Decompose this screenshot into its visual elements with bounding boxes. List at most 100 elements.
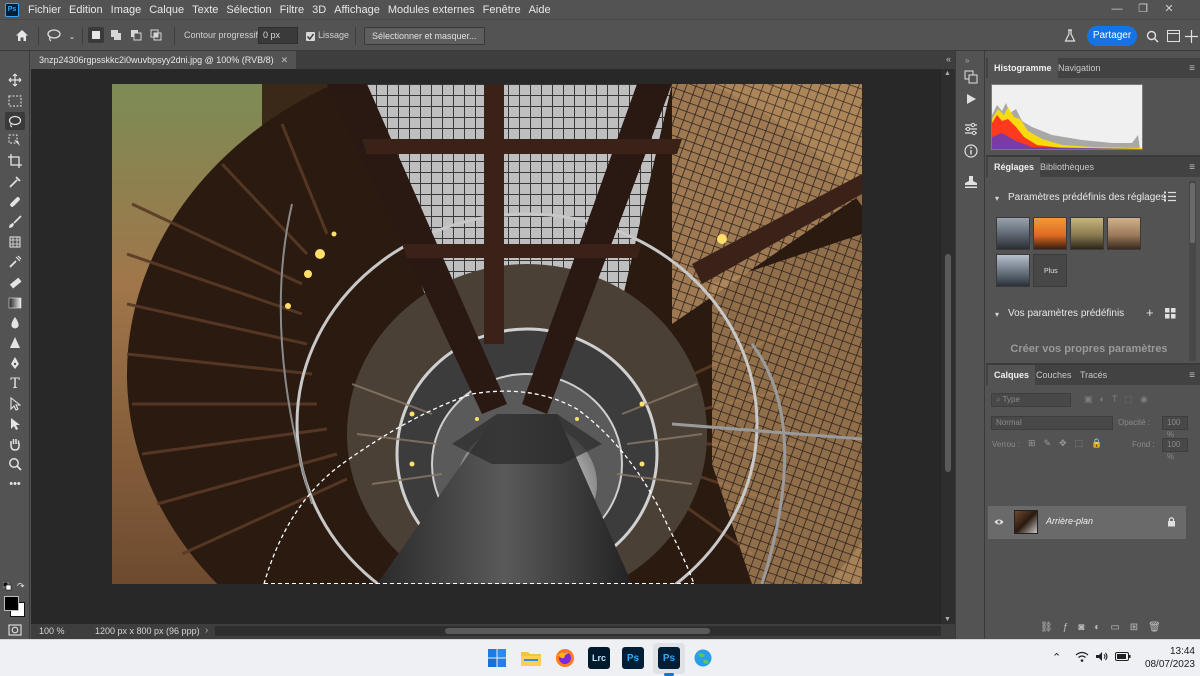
vertical-scrollbar[interactable]: ▲ ▼ bbox=[941, 69, 955, 624]
tab-reglages[interactable]: Réglages bbox=[988, 157, 1041, 177]
expand-arrows-icon[interactable]: » bbox=[965, 56, 969, 65]
opacity-input[interactable]: 100 % bbox=[1162, 416, 1188, 439]
rectangle-tool-icon[interactable] bbox=[5, 415, 25, 433]
flask-icon[interactable] bbox=[1062, 28, 1078, 44]
chevron-up-icon[interactable]: ⌃ bbox=[1052, 651, 1061, 664]
share-button[interactable]: Partager bbox=[1087, 26, 1137, 46]
horizontal-scrollbar[interactable] bbox=[215, 626, 941, 636]
menu-3d[interactable]: 3D bbox=[312, 4, 326, 16]
battery-icon[interactable] bbox=[1115, 652, 1131, 664]
zoom-level[interactable]: 100 % bbox=[39, 626, 65, 636]
history-brush-tool-icon[interactable] bbox=[5, 253, 25, 271]
blend-mode-select[interactable]: Normal bbox=[991, 416, 1113, 430]
menu-edition[interactable]: Edition bbox=[69, 4, 103, 16]
move-tool-icon[interactable] bbox=[5, 71, 25, 89]
layer-filter-input[interactable]: ⌕ Type bbox=[991, 393, 1071, 407]
globe-app-icon[interactable] bbox=[692, 647, 714, 669]
document-image[interactable] bbox=[112, 84, 862, 584]
lightroom-classic-icon[interactable]: Lrc bbox=[588, 647, 610, 669]
restore-icon[interactable]: ❐ bbox=[1136, 1, 1150, 17]
menu-image[interactable]: Image bbox=[111, 4, 142, 16]
preset-thumbnail-5[interactable] bbox=[996, 254, 1030, 287]
add-selection-icon[interactable] bbox=[108, 27, 124, 43]
tab-bibliotheques[interactable]: Bibliothèques bbox=[1034, 157, 1100, 177]
tab-couches[interactable]: Couches bbox=[1030, 365, 1078, 385]
add-preset-icon[interactable]: + bbox=[1146, 305, 1154, 320]
subtract-selection-icon[interactable] bbox=[128, 27, 144, 43]
menu-modules-externes[interactable]: Modules externes bbox=[388, 4, 475, 16]
menu-calque[interactable]: Calque bbox=[149, 4, 184, 16]
eyedropper-tool-icon[interactable] bbox=[5, 173, 25, 191]
lasso-preset-icon[interactable] bbox=[46, 27, 62, 43]
menu-texte[interactable]: Texte bbox=[192, 4, 218, 16]
pen-tool-icon[interactable] bbox=[5, 354, 25, 372]
dodge-tool-icon[interactable] bbox=[5, 334, 25, 352]
menu-fichier[interactable]: Fichier bbox=[28, 4, 61, 16]
status-arrow-icon[interactable]: › bbox=[205, 625, 208, 636]
firefox-icon[interactable] bbox=[554, 647, 576, 669]
grid-view-icon[interactable] bbox=[1165, 308, 1177, 320]
tab-traces[interactable]: Tracés bbox=[1074, 365, 1113, 385]
photoshop-taskbar-icon[interactable]: Ps bbox=[622, 647, 644, 669]
lock-icons[interactable]: ⊞✎✥⬚🔒 bbox=[1028, 438, 1108, 450]
minimize-icon[interactable]: — bbox=[1110, 1, 1124, 17]
quick-mask-icon[interactable] bbox=[5, 621, 25, 639]
preset-thumbnail-3[interactable] bbox=[1070, 217, 1104, 250]
list-view-icon[interactable] bbox=[1164, 191, 1178, 203]
tab-histogramme[interactable]: Histogramme bbox=[988, 58, 1058, 78]
menu-filtre[interactable]: Filtre bbox=[280, 4, 304, 16]
object-selection-tool-icon[interactable] bbox=[5, 132, 25, 150]
document-tab[interactable]: 3nzp24306rgpsskkc2i0wuvbpsyy2dni.jpg @ 1… bbox=[31, 51, 297, 69]
layers-footer-icons[interactable]: ⛓ƒ◙◐▭⊞🗑 bbox=[1040, 622, 1190, 634]
swap-colors-icon[interactable]: ↷ bbox=[17, 582, 26, 591]
foreground-color-swatch[interactable] bbox=[4, 596, 19, 611]
system-clock[interactable]: 13:44 08/07/2023 bbox=[1137, 645, 1195, 671]
gradient-tool-icon[interactable] bbox=[5, 294, 25, 312]
layer-filter-icons[interactable]: ▣◐T⬚◉ bbox=[1084, 394, 1194, 406]
menu-selection[interactable]: Sélection bbox=[226, 4, 271, 16]
eye-icon[interactable] bbox=[994, 517, 1004, 527]
default-colors-icon[interactable] bbox=[2, 581, 12, 591]
stamp-panel-icon[interactable] bbox=[963, 174, 979, 190]
close-window-icon[interactable]: ✕ bbox=[1162, 1, 1176, 17]
file-explorer-icon[interactable] bbox=[520, 647, 542, 669]
adjustments-menu-icon[interactable]: ≡ bbox=[1189, 162, 1195, 173]
healing-brush-tool-icon[interactable] bbox=[5, 193, 25, 211]
menu-aide[interactable]: Aide bbox=[529, 4, 551, 16]
lasso-tool-icon[interactable] bbox=[5, 112, 25, 130]
preset-thumbnail-1[interactable] bbox=[996, 217, 1030, 250]
new-selection-icon[interactable] bbox=[88, 27, 104, 43]
chevron-down-icon[interactable]: ▾ bbox=[995, 194, 999, 203]
zoom-tool-icon[interactable] bbox=[5, 455, 25, 473]
fill-input[interactable]: 100 % bbox=[1162, 438, 1188, 461]
workspace-icon[interactable] bbox=[1165, 28, 1181, 44]
search-icon[interactable] bbox=[1144, 28, 1160, 44]
wifi-icon[interactable] bbox=[1075, 651, 1089, 665]
crop-tool-icon[interactable] bbox=[5, 152, 25, 170]
select-and-mask-button[interactable]: Sélectionner et masquer... bbox=[364, 27, 485, 45]
menu-affichage[interactable]: Affichage bbox=[334, 4, 380, 16]
marquee-tool-icon[interactable] bbox=[5, 92, 25, 110]
close-tab-icon[interactable]: ✕ bbox=[281, 55, 289, 66]
panel-menu-icon[interactable]: ≡ bbox=[1189, 63, 1195, 74]
chevron-down-icon[interactable]: ▾ bbox=[995, 310, 999, 319]
preset-thumbnail-2[interactable] bbox=[1033, 217, 1067, 250]
chevron-down-icon[interactable]: ⌄ bbox=[64, 28, 80, 44]
info-panel-icon[interactable] bbox=[963, 143, 979, 159]
lissage-checkbox[interactable] bbox=[306, 32, 315, 41]
properties-panel-icon[interactable] bbox=[963, 121, 979, 137]
gear-icon[interactable] bbox=[1183, 28, 1199, 44]
collapse-arrows-icon[interactable]: « bbox=[946, 54, 951, 64]
type-tool-icon[interactable]: T bbox=[5, 375, 25, 393]
menu-fenetre[interactable]: Fenêtre bbox=[483, 4, 521, 16]
history-panel-icon[interactable] bbox=[963, 69, 979, 85]
eraser-tool-icon[interactable] bbox=[5, 274, 25, 292]
actions-panel-icon[interactable] bbox=[963, 91, 979, 107]
brush-tool-icon[interactable] bbox=[5, 213, 25, 231]
hand-tool-icon[interactable] bbox=[5, 435, 25, 453]
stamp-tool-icon[interactable] bbox=[5, 233, 25, 251]
tab-calques[interactable]: Calques bbox=[988, 365, 1036, 385]
lock-icon[interactable] bbox=[1167, 516, 1176, 527]
blur-tool-icon[interactable] bbox=[5, 314, 25, 332]
tab-navigation[interactable]: Navigation bbox=[1052, 58, 1107, 78]
